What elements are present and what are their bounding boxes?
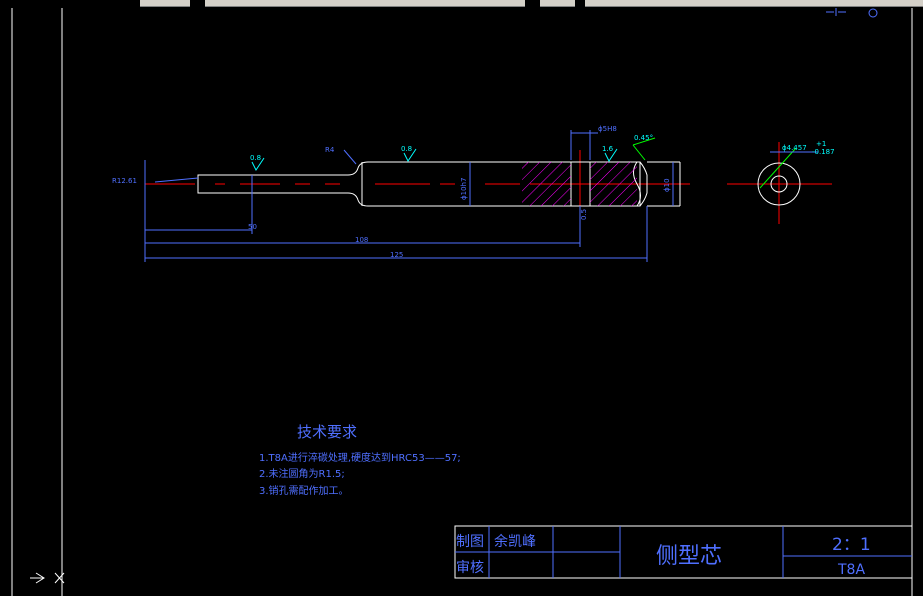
title-check-label: 审核 xyxy=(456,560,484,576)
note-line-1: 1.T8A进行淬碳处理,硬度达到HRC53——57; xyxy=(259,451,461,464)
roughness-1: 0.8 xyxy=(250,154,261,162)
dim-hole-dia: ϕ4.457 xyxy=(782,144,807,152)
roughness-3: 1.6 xyxy=(602,145,614,153)
dim-hole: ϕ5H8 xyxy=(598,125,617,133)
frame xyxy=(11,8,913,596)
note-line-3: 3.销孔需配作加工。 xyxy=(259,484,349,497)
title-scale: 2：1 xyxy=(832,535,871,555)
dim-chamfer: 0.45° xyxy=(634,134,653,142)
notes-title: 技术要求 xyxy=(297,423,357,441)
drawing-canvas[interactable]: R12.61 50 108 125 R4 ϕ10h7 ϕ10 ϕ5H8 0.5 … xyxy=(0,0,923,596)
note-line-2: 2.未注圆角为R1.5; xyxy=(259,467,345,480)
dim-tol-plus: +1 xyxy=(816,140,826,148)
dimension-lines xyxy=(144,130,818,262)
title-material: T8A xyxy=(837,562,865,578)
dim-dia-h7: ϕ10h7 xyxy=(460,178,468,200)
dim-50: 50 xyxy=(248,223,257,231)
dim-108: 108 xyxy=(355,236,368,244)
dim-dia-10: ϕ10 xyxy=(663,178,671,192)
dim-125: 125 xyxy=(390,251,403,259)
title-drawn-name: 余凯峰 xyxy=(494,533,536,550)
title-part-name: 侧型芯 xyxy=(656,544,722,569)
center-lines xyxy=(145,142,832,224)
dim-r4: R4 xyxy=(325,146,335,154)
title-drawn-label: 制图 xyxy=(456,534,484,550)
roughness-2: 0.8 xyxy=(401,145,412,153)
dim-tol-minus: -0.187 xyxy=(812,148,835,156)
dim-r-left: R12.61 xyxy=(112,177,137,185)
ucs-arrow-icon xyxy=(30,572,65,584)
circle-icon xyxy=(868,8,878,18)
dim-small: 0.5 xyxy=(580,209,588,220)
crosshair-icon xyxy=(826,8,846,16)
